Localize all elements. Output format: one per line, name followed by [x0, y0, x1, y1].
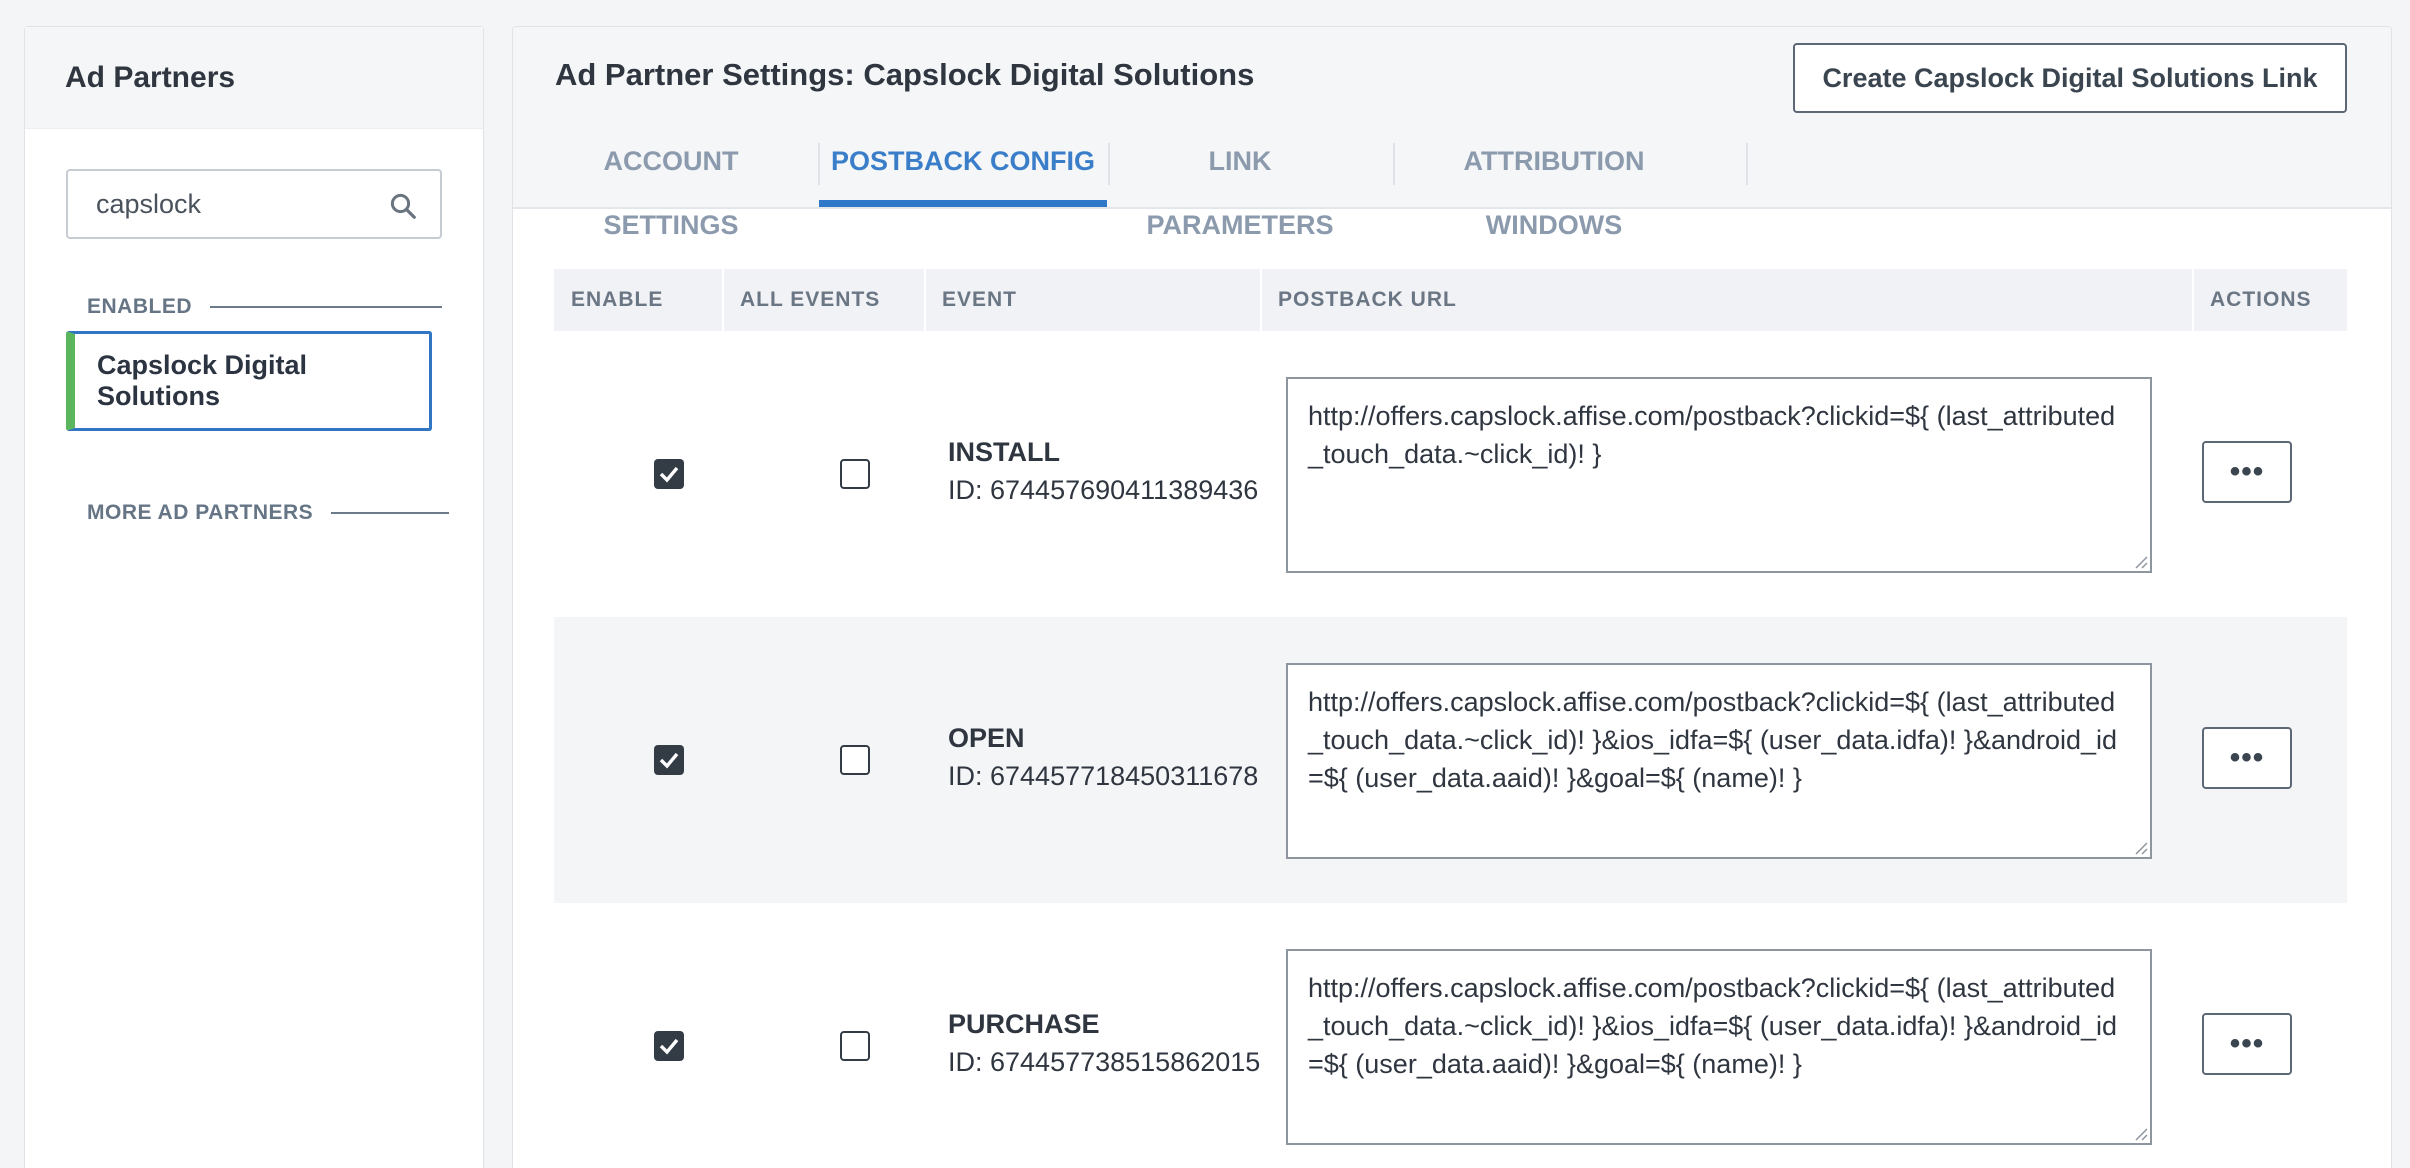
column-header-all-events: ALL EVENTS [740, 288, 881, 311]
column-header-event: EVENT [942, 288, 1018, 311]
table-row: PURCHASE ID: 674457738515862015 http://o… [554, 903, 2347, 1168]
row-actions-button[interactable]: ••• [2202, 441, 2292, 503]
resize-handle-icon[interactable] [2132, 839, 2148, 855]
create-link-button[interactable]: Create Capslock Digital Solutions Link [1793, 43, 2347, 113]
row-actions-button[interactable]: ••• [2202, 727, 2292, 789]
section-divider [331, 512, 450, 514]
ad-partners-sidebar: Ad Partners capslock ENABLED Capslock Di… [24, 26, 484, 1168]
partner-settings-panel: Ad Partner Settings: Capslock Digital So… [512, 26, 2392, 1168]
all-events-checkbox[interactable] [840, 459, 870, 489]
table-row: INSTALL ID: 674457690411389436 http://of… [554, 331, 2347, 617]
partner-item-capslock[interactable]: Capslock Digital Solutions [66, 331, 432, 431]
postback-url-textarea[interactable]: http://offers.capslock.affise.com/postba… [1286, 949, 2152, 1145]
tab-divider [1108, 143, 1110, 185]
more-partners-label-text: MORE AD PARTNERS [87, 501, 314, 524]
postback-url-textarea[interactable]: http://offers.capslock.affise.com/postba… [1286, 663, 2152, 859]
tab-divider [1393, 143, 1395, 185]
search-icon[interactable] [388, 191, 418, 221]
tab-account-settings[interactable]: ACCOUNT SETTINGS [543, 129, 799, 240]
event-name: INSTALL [948, 437, 1060, 467]
checkbox-icon [659, 466, 679, 483]
search-input-value[interactable]: capslock [96, 171, 201, 237]
checkbox-icon [659, 752, 679, 769]
row-actions-button[interactable]: ••• [2202, 1013, 2292, 1075]
enabled-label-text: ENABLED [87, 295, 193, 318]
settings-header: Ad Partner Settings: Capslock Digital So… [513, 27, 2391, 129]
event-name: PURCHASE [948, 1009, 1100, 1039]
partner-item-label: Capslock Digital Solutions [97, 350, 308, 411]
resize-handle-icon[interactable] [2132, 1125, 2148, 1141]
all-events-checkbox[interactable] [840, 745, 870, 775]
column-divider [722, 269, 724, 331]
event-id: ID: 674457718450311678 [948, 761, 1259, 791]
column-divider [1260, 269, 1262, 331]
enable-checkbox[interactable] [654, 459, 684, 489]
settings-tabs: ACCOUNT SETTINGS POSTBACK CONFIG LINK PA… [513, 129, 2391, 240]
event-id: ID: 674457738515862015 [948, 1047, 1261, 1077]
checkbox-icon [659, 1038, 679, 1055]
page-title: Ad Partner Settings: Capslock Digital So… [555, 57, 1255, 92]
postback-url-textarea[interactable]: http://offers.capslock.affise.com/postba… [1286, 377, 2152, 573]
resize-handle-icon[interactable] [2132, 553, 2148, 569]
column-header-actions: ACTIONS [2210, 288, 2312, 311]
enable-checkbox[interactable] [654, 1031, 684, 1061]
sidebar-title: Ad Partners [65, 60, 236, 94]
partner-search-input[interactable]: capslock [66, 169, 442, 239]
postback-url-text[interactable]: http://offers.capslock.affise.com/postba… [1308, 401, 2115, 469]
tab-attribution-windows[interactable]: ATTRIBUTION WINDOWS [1403, 129, 1705, 240]
section-divider [210, 306, 443, 308]
all-events-checkbox[interactable] [840, 1031, 870, 1061]
column-header-enable: ENABLE [571, 288, 664, 311]
column-divider [2192, 269, 2194, 331]
tab-divider [1746, 143, 1748, 185]
tab-link-parameters[interactable]: LINK PARAMETERS [1113, 129, 1367, 240]
postback-url-text[interactable]: http://offers.capslock.affise.com/postba… [1308, 687, 2117, 793]
table-row: OPEN ID: 674457718450311678 http://offer… [554, 617, 2347, 903]
enable-checkbox[interactable] [654, 745, 684, 775]
postback-url-text[interactable]: http://offers.capslock.affise.com/postba… [1308, 973, 2117, 1079]
sidebar-header: Ad Partners [25, 27, 483, 129]
event-name: OPEN [948, 723, 1025, 753]
event-id: ID: 674457690411389436 [948, 475, 1259, 505]
column-header-postback-url: POSTBACK URL [1278, 288, 1457, 311]
enabled-section-label: ENABLED [87, 295, 443, 319]
more-partners-section-label: MORE AD PARTNERS [87, 501, 450, 525]
tab-postback-config[interactable]: POSTBACK CONFIG [819, 129, 1107, 207]
column-divider [924, 269, 926, 331]
table-header: ENABLE ALL EVENTS EVENT POSTBACK URL ACT… [554, 269, 2347, 331]
